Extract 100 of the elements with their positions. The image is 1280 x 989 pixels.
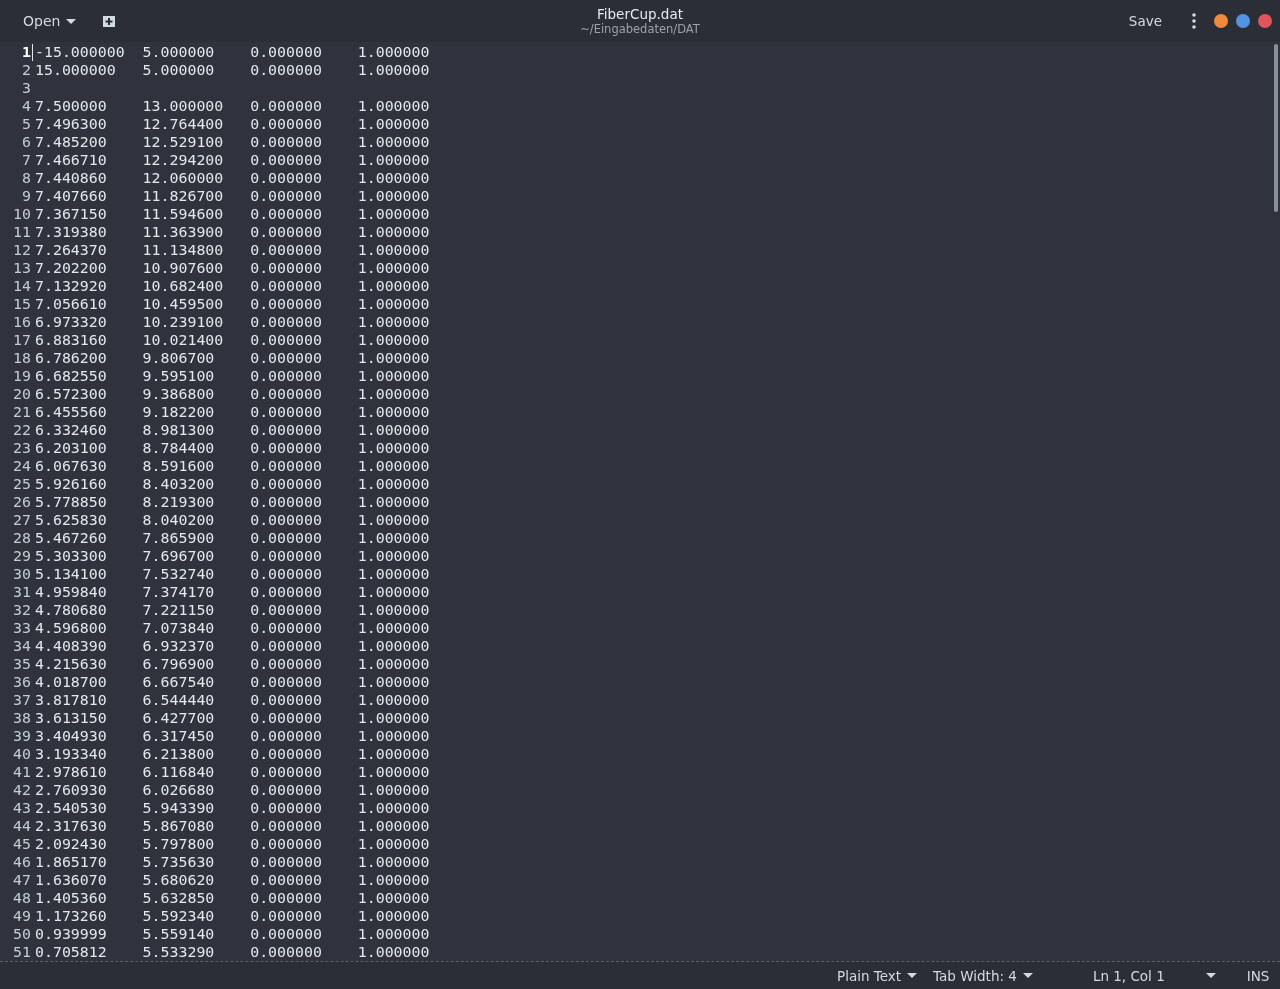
line-number: 25 <box>12 475 31 493</box>
code-line: 2.760930 6.026680 0.000000 1.000000 <box>35 781 430 799</box>
line-number: 30 <box>12 565 31 583</box>
code-line: 1.636070 5.680620 0.000000 1.000000 <box>35 871 430 889</box>
code-line: 4.959840 7.374170 0.000000 1.000000 <box>35 583 430 601</box>
line-number: 34 <box>12 637 31 655</box>
code-line: 6.786200 9.806700 0.000000 1.000000 <box>35 349 430 367</box>
line-number: 27 <box>12 511 31 529</box>
line-number: 21 <box>12 403 31 421</box>
window-title: FiberCup.dat <box>597 6 683 22</box>
code-line: 6.572300 9.386800 0.000000 1.000000 <box>35 385 430 403</box>
line-number: 32 <box>12 601 31 619</box>
line-number: 1 <box>21 43 31 61</box>
code-line: -15.000000 5.000000 0.000000 1.000000 <box>35 43 430 61</box>
line-number: 31 <box>12 583 31 601</box>
line-number: 35 <box>12 655 31 673</box>
line-number: 8 <box>21 169 31 187</box>
code-line: 4.018700 6.667540 0.000000 1.000000 <box>35 673 430 691</box>
line-number: 10 <box>12 205 31 223</box>
line-number: 13 <box>12 259 31 277</box>
code-line: 5.778850 8.219300 0.000000 1.000000 <box>35 493 430 511</box>
line-number: 42 <box>12 781 31 799</box>
code-line: 3.193340 6.213800 0.000000 1.000000 <box>35 745 430 763</box>
line-number: 22 <box>12 421 31 439</box>
line-number: 37 <box>12 691 31 709</box>
code-line: 4.780680 7.221150 0.000000 1.000000 <box>35 601 430 619</box>
open-button[interactable]: Open <box>17 9 83 33</box>
code-line: 2.317630 5.867080 0.000000 1.000000 <box>35 817 430 835</box>
line-number: 20 <box>12 385 31 403</box>
line-number: 11 <box>12 223 31 241</box>
code-line: 7.440860 12.060000 0.000000 1.000000 <box>35 169 430 187</box>
line-number: 12 <box>12 241 31 259</box>
code-line: 3.404930 6.317450 0.000000 1.000000 <box>35 727 430 745</box>
code-line: 7.496300 12.764400 0.000000 1.000000 <box>35 115 430 133</box>
line-number: 46 <box>12 853 31 871</box>
code-line: 3.613150 6.427700 0.000000 1.000000 <box>35 709 430 727</box>
code-line: 7.056610 10.459500 0.000000 1.000000 <box>35 295 430 313</box>
code-line: 6.973320 10.239100 0.000000 1.000000 <box>35 313 430 331</box>
insert-mode: INS <box>1246 967 1270 984</box>
line-number: 7 <box>21 151 31 169</box>
code-line: 7.466710 12.294200 0.000000 1.000000 <box>35 151 430 169</box>
line-number: 39 <box>12 727 31 745</box>
code-line: 7.407660 11.826700 0.000000 1.000000 <box>35 187 430 205</box>
line-number: 50 <box>12 925 31 943</box>
line-number: 3 <box>21 79 31 97</box>
line-number: 49 <box>12 907 31 925</box>
line-number: 48 <box>12 889 31 907</box>
line-number: 45 <box>12 835 31 853</box>
line-number: 36 <box>12 673 31 691</box>
code-line: 15.000000 5.000000 0.000000 1.000000 <box>35 61 430 79</box>
line-number: 17 <box>12 331 31 349</box>
line-number: 26 <box>12 493 31 511</box>
code-line: 7.264370 11.134800 0.000000 1.000000 <box>35 241 430 259</box>
language-dropdown[interactable]: Plain Text <box>833 965 922 986</box>
code-line: 6.067630 8.591600 0.000000 1.000000 <box>35 457 430 475</box>
line-number: 23 <box>12 439 31 457</box>
file-path: ~/Eingabedaten/DAT <box>580 21 700 36</box>
save-button[interactable]: Save <box>1122 9 1168 33</box>
code-line: 5.625830 8.040200 0.000000 1.000000 <box>35 511 430 529</box>
line-number: 51 <box>12 943 31 961</box>
line-number: 16 <box>12 313 31 331</box>
line-number: 18 <box>12 349 31 367</box>
line-number: 47 <box>12 871 31 889</box>
line-number: 6 <box>21 133 31 151</box>
code-line: 5.303300 7.696700 0.000000 1.000000 <box>35 547 430 565</box>
code-line: 2.978610 6.116840 0.000000 1.000000 <box>35 763 430 781</box>
code-line: 6.682550 9.595100 0.000000 1.000000 <box>35 367 430 385</box>
code-line: 1.173260 5.592340 0.000000 1.000000 <box>35 907 430 925</box>
code-line: 5.134100 7.532740 0.000000 1.000000 <box>35 565 430 583</box>
code-line: 5.467260 7.865900 0.000000 1.000000 <box>35 529 430 547</box>
code-line: 2.540530 5.943390 0.000000 1.000000 <box>35 799 430 817</box>
code-line: 7.132920 10.682400 0.000000 1.000000 <box>35 277 430 295</box>
line-number: 14 <box>12 277 31 295</box>
line-number: 9 <box>21 187 31 205</box>
code-line: 7.319380 11.363900 0.000000 1.000000 <box>35 223 430 241</box>
line-number: 15 <box>12 295 31 313</box>
code-line: 6.455560 9.182200 0.000000 1.000000 <box>35 403 430 421</box>
line-number: 28 <box>12 529 31 547</box>
code-line: 0.705812 5.533290 0.000000 1.000000 <box>35 943 430 961</box>
code-line: 7.202200 10.907600 0.000000 1.000000 <box>35 259 430 277</box>
code-line: 7.367150 11.594600 0.000000 1.000000 <box>35 205 430 223</box>
line-number: 19 <box>12 367 31 385</box>
code-line: 5.926160 8.403200 0.000000 1.000000 <box>35 475 430 493</box>
code-line: 3.817810 6.544440 0.000000 1.000000 <box>35 691 430 709</box>
line-number: 41 <box>12 763 31 781</box>
code-line: 0.939999 5.559140 0.000000 1.000000 <box>35 925 430 943</box>
code-line: 6.883160 10.021400 0.000000 1.000000 <box>35 331 430 349</box>
line-number: 38 <box>12 709 31 727</box>
code-line: 4.215630 6.796900 0.000000 1.000000 <box>35 655 430 673</box>
code-line: 6.203100 8.784400 0.000000 1.000000 <box>35 439 430 457</box>
code-line: 1.865170 5.735630 0.000000 1.000000 <box>35 853 430 871</box>
code-line: 1.405360 5.632850 0.000000 1.000000 <box>35 889 430 907</box>
code-line: 4.408390 6.932370 0.000000 1.000000 <box>35 637 430 655</box>
line-number: 43 <box>12 799 31 817</box>
line-number: 33 <box>12 619 31 637</box>
line-number: 5 <box>21 115 31 133</box>
cursor-position: Ln 1, Col 1 <box>1092 967 1165 984</box>
code-line: 2.092430 5.797800 0.000000 1.000000 <box>35 835 430 853</box>
code-line: 4.596800 7.073840 0.000000 1.000000 <box>35 619 430 637</box>
tab-width-dropdown[interactable]: Tab Width: 4 <box>929 965 1037 986</box>
